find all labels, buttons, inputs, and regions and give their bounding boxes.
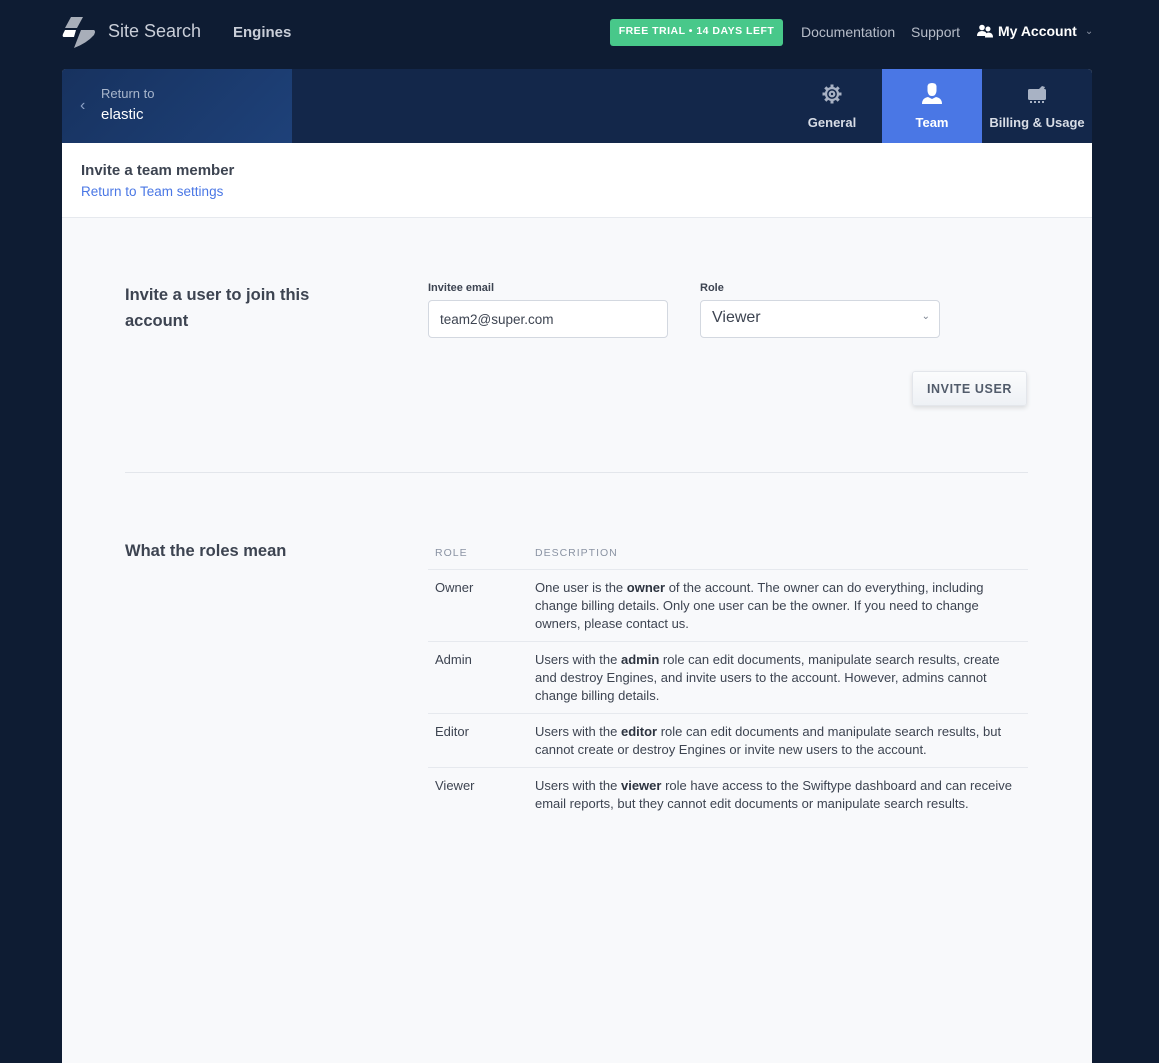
- role-label: Role: [700, 282, 724, 294]
- gear-icon: [822, 84, 842, 104]
- tab-billing-usage[interactable]: Billing & Usage: [982, 69, 1092, 143]
- tab-team[interactable]: Team: [882, 69, 982, 143]
- role-name: Admin: [428, 641, 528, 714]
- chevron-left-icon: ‹: [80, 97, 86, 114]
- users-icon: [977, 24, 993, 38]
- my-account-label: My Account: [998, 23, 1077, 39]
- column-header-role: ROLE: [428, 542, 528, 570]
- billing-icon: [1028, 86, 1046, 103]
- invite-user-button[interactable]: INVITE USER: [912, 371, 1027, 406]
- tab-general[interactable]: General: [782, 69, 882, 143]
- top-navigation: Site Search Engines FREE TRIAL • 14 DAYS…: [0, 0, 1159, 64]
- return-to-label: Return to: [101, 86, 155, 101]
- role-name: Owner: [428, 569, 528, 642]
- roles-section-title: What the roles mean: [125, 542, 287, 560]
- brand-name[interactable]: Site Search: [108, 21, 201, 42]
- documentation-link[interactable]: Documentation: [801, 24, 895, 40]
- role-description: Users with the editor role can edit docu…: [528, 713, 1028, 768]
- table-row: Admin Users with the admin role can edit…: [428, 641, 1028, 714]
- role-description: One user is the owner of the account. Th…: [528, 569, 1028, 642]
- roles-table-header: ROLE DESCRIPTION: [428, 542, 1028, 570]
- table-row: Viewer Users with the viewer role have a…: [428, 768, 1028, 822]
- my-account-menu[interactable]: My Account ⌄: [977, 23, 1093, 39]
- account-name: elastic: [101, 106, 144, 123]
- page-title: Invite a team member: [81, 162, 235, 179]
- invite-section-title: Invite a user to join this account: [125, 286, 310, 330]
- tab-team-label: Team: [915, 115, 949, 130]
- table-row: Editor Users with the editor role can ed…: [428, 713, 1028, 768]
- table-row: Owner One user is the owner of the accou…: [428, 569, 1028, 642]
- role-name: Editor: [428, 713, 528, 768]
- user-icon: [922, 83, 942, 104]
- section-divider: [125, 472, 1028, 473]
- roles-table: ROLE DESCRIPTION Owner One user is the o…: [428, 542, 1028, 821]
- page-subheader: Invite a team member Return to Team sett…: [62, 143, 1092, 218]
- settings-card: ‹ Return to elastic General Team Billing…: [62, 69, 1092, 1063]
- free-trial-badge[interactable]: FREE TRIAL • 14 DAYS LEFT: [610, 19, 783, 46]
- settings-header: ‹ Return to elastic General Team Billing…: [62, 69, 1092, 143]
- tab-general-label: General: [807, 115, 857, 130]
- tab-billing-label: Billing & Usage: [989, 115, 1085, 130]
- chevron-down-icon: ⌄: [921, 311, 930, 322]
- chevron-down-icon: ⌄: [1084, 25, 1094, 37]
- invitee-email-label: Invitee email: [428, 282, 495, 294]
- support-link[interactable]: Support: [911, 24, 960, 40]
- column-header-description: DESCRIPTION: [528, 542, 1028, 570]
- role-select-value: Viewer: [712, 309, 761, 326]
- invitee-email-input[interactable]: [428, 300, 668, 338]
- role-description: Users with the viewer role have access t…: [535, 778, 1012, 811]
- role-description: Users with the admin role can edit docum…: [528, 641, 1028, 714]
- return-to-account-button[interactable]: ‹ Return to elastic: [62, 69, 292, 143]
- site-search-logo-icon[interactable]: [62, 15, 96, 49]
- nav-engines-link[interactable]: Engines: [233, 24, 291, 41]
- role-select[interactable]: Viewer ⌄: [700, 300, 940, 338]
- return-to-team-settings-link[interactable]: Return to Team settings: [81, 184, 223, 199]
- role-name: Viewer: [435, 778, 475, 793]
